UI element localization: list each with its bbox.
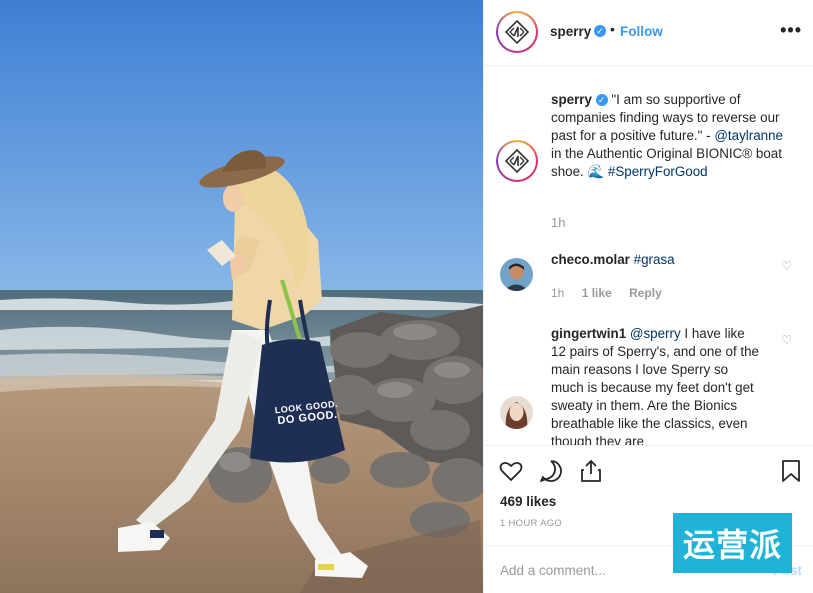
follow-button[interactable]: Follow [620,24,663,39]
heart-icon[interactable] [498,458,524,484]
profile-avatar[interactable] [496,11,538,53]
sperry-logo-icon [504,148,530,174]
comment-username[interactable]: checo.molar [551,252,630,267]
comment-likes[interactable]: 1 like [582,286,612,300]
post-details-panel: sperry ✓ • Follow ••• sperry ✓ "I am so … [483,0,813,593]
watermark-logo: 运营派 [673,513,792,573]
caption-time[interactable]: 1h [551,215,565,230]
comment-time[interactable]: 1h [551,286,564,300]
more-options-button[interactable]: ••• [780,20,802,41]
reply-button[interactable]: Reply [629,286,662,300]
commenter-avatar-image [500,258,533,291]
comment-meta: 1h 1 like Reply [551,286,676,300]
commenter-avatar-image [500,396,533,429]
likes-count[interactable]: 469 likes [500,494,556,509]
caption-mention-link[interactable]: @taylranne [714,128,783,143]
header-username[interactable]: sperry [550,24,591,39]
comment-text: gingertwin1 @sperry I have like 12 pairs… [551,325,761,445]
post-caption: sperry ✓ "I am so supportive of companie… [551,91,791,181]
commenter-avatar[interactable] [500,258,533,291]
comment-hashtag-link[interactable]: #grasa [634,252,675,267]
post-photo[interactable]: LOOK GOOD. DO GOOD. [0,0,483,593]
add-comment-input[interactable]: Add a comment... [500,563,606,578]
verified-badge-icon: ✓ [594,25,606,37]
caption-username[interactable]: sperry [551,92,592,107]
comment-username[interactable]: gingertwin1 [551,326,626,341]
separator-dot: • [610,21,615,37]
caption-avatar[interactable] [496,140,538,182]
post-timestamp[interactable]: 1 HOUR AGO [500,518,562,529]
commenter-avatar[interactable] [500,396,533,429]
share-icon[interactable] [578,458,604,484]
beach-photo-image [0,0,483,593]
bookmark-icon[interactable] [778,458,804,484]
like-comment-heart-icon[interactable]: ♡ [781,333,792,347]
comment-icon[interactable] [538,458,564,484]
caption-hashtag-link[interactable]: #SperryForGood [608,164,708,179]
comment-text: checo.molar #grasa [551,251,761,269]
comment-body: I have like 12 pairs of Sperry's, and on… [551,326,760,445]
post-header: sperry ✓ • Follow ••• [484,0,813,66]
like-comment-heart-icon[interactable]: ♡ [781,259,792,273]
comments-section[interactable]: sperry ✓ "I am so supportive of companie… [484,67,813,445]
sperry-logo-icon [504,19,530,45]
comment-mention-link[interactable]: @sperry [630,326,681,341]
verified-badge-icon: ✓ [595,94,608,107]
